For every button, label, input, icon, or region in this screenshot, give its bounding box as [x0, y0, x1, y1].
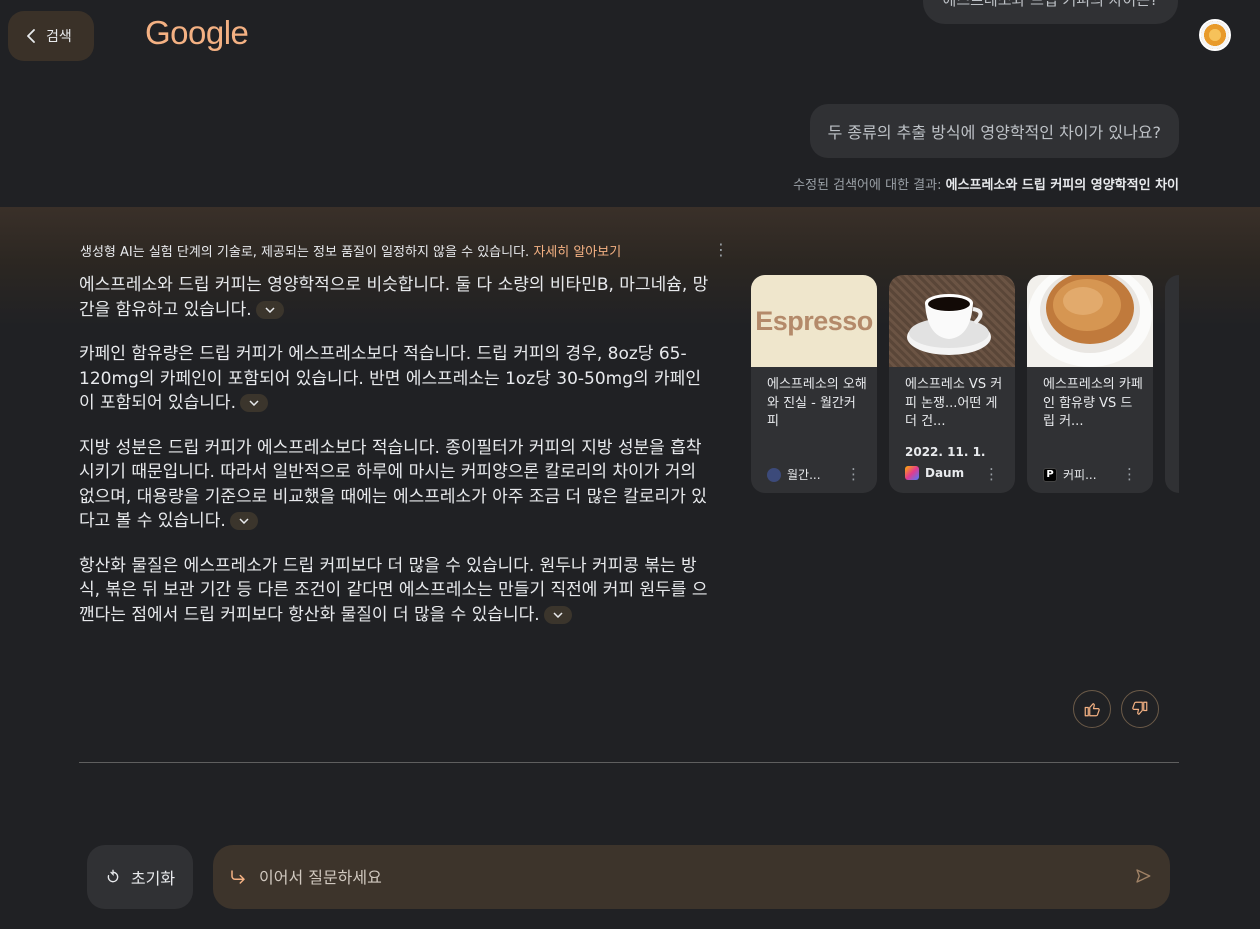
reset-icon [107, 869, 119, 883]
espresso-cup-image [1027, 275, 1153, 367]
learn-more-link[interactable]: 자세히 알아보기 [533, 245, 621, 260]
source-site-name: 월간... [787, 468, 821, 482]
expand-chevron-icon[interactable] [543, 605, 572, 624]
user-query-bubble: 두 종류의 추출 방식에 영양학적인 차이가 있나요? [809, 104, 1179, 158]
send-icon[interactable] [1134, 867, 1152, 885]
source-card[interactable]: Espresso 에스프레소의 오해와 진실 - 월간커피 월간... ⋮ [751, 275, 877, 493]
source-title: 에스프레소의 카페인 함유량 VS 드립 커... [1043, 377, 1143, 429]
follow-up-input[interactable] [259, 867, 1119, 887]
more-options-icon[interactable]: ⋮ [713, 240, 729, 260]
disclaimer-text: 생성형 AI는 실험 단계의 기술로, 제공되는 정보 품질이 일정하지 않을 … [80, 245, 530, 260]
thumbs-up-icon [1084, 703, 1100, 717]
expand-chevron-icon[interactable] [229, 512, 258, 530]
answer-text: 카페인 함유량은 드립 커피가 에스프레소보다 적습니다. 드립 커피의 경우,… [79, 344, 701, 413]
ai-answer: 에스프레소와 드립 커피는 영양학적으로 비슷합니다. 둘 다 소량의 비타민B… [79, 273, 709, 647]
chevron-left-icon [27, 29, 35, 43]
revised-query-link[interactable]: 에스프레소와 드립 커피의 영양학적인 차이 [946, 178, 1179, 193]
reset-label: 초기화 [130, 869, 176, 888]
answer-text: 지방 성분은 드립 커피가 에스프레소보다 적습니다. 종이필터가 커피의 지방… [79, 437, 707, 532]
back-button-label: 검색 [46, 29, 72, 45]
ai-disclaimer: 생성형 AI는 실험 단계의 기술로, 제공되는 정보 품질이 일정하지 않을 … [80, 241, 621, 260]
source-site: Daum [905, 466, 964, 480]
more-options-icon[interactable]: ⋮ [984, 465, 999, 483]
source-card[interactable]: 에스프레소의 카페인 함유량 VS 드립 커... P 커피... ⋮ [1027, 275, 1153, 493]
answer-paragraph: 카페인 함유량은 드립 커피가 에스프레소보다 적습니다. 드립 커피의 경우,… [79, 342, 709, 416]
answer-text: 에스프레소와 드립 커피는 영양학적으로 비슷합니다. 둘 다 소량의 비타민B… [79, 275, 709, 320]
coffee-cup-image [889, 275, 1015, 367]
thumbs-down-icon [1132, 701, 1148, 715]
follow-up-arrow-icon [231, 870, 245, 884]
daum-icon [905, 466, 919, 480]
answer-paragraph: 항산화 물질은 에스프레소가 드립 커피보다 더 많을 수 있습니다. 원두나 … [79, 554, 709, 628]
source-date: 2022. 11. 1. [905, 445, 986, 459]
thumbs-up-button[interactable] [1073, 690, 1111, 728]
source-site: P 커피... [1043, 466, 1097, 483]
expand-chevron-icon[interactable] [255, 300, 284, 319]
more-options-icon[interactable]: ⋮ [1122, 465, 1137, 483]
source-site-name: Daum [925, 466, 965, 480]
account-avatar[interactable] [1199, 19, 1231, 51]
expand-chevron-icon[interactable] [239, 394, 268, 412]
source-site-name: 커피... [1063, 468, 1097, 482]
section-divider [79, 762, 1179, 763]
answer-paragraph: 지방 성분은 드립 커피가 에스프레소보다 적습니다. 종이필터가 커피의 지방… [79, 436, 709, 534]
previous-query-bubble: 에스프레소와 드립 커피의 차이는? [922, 0, 1178, 24]
revised-prefix: 수정된 검색어에 대한 결과: [793, 178, 946, 193]
source-card[interactable]: 에스프레소 VS 커피 논쟁...어떤 게 더 건... 2022. 11. 1… [889, 275, 1015, 493]
site-p-icon: P [1043, 467, 1057, 482]
next-source-card-peek[interactable] [1165, 275, 1179, 493]
thumbs-down-button[interactable] [1121, 690, 1159, 728]
source-cards: Espresso 에스프레소의 오해와 진실 - 월간커피 월간... ⋮ 에스… [751, 275, 1179, 493]
back-to-search-button[interactable]: 검색 [8, 11, 94, 61]
reset-button[interactable]: 초기화 [87, 845, 193, 909]
source-thumbnail: Espresso [751, 275, 877, 367]
more-options-icon[interactable]: ⋮ [846, 465, 861, 483]
revised-query-note: 수정된 검색어에 대한 결과: 에스프레소와 드립 커피의 영양학적인 차이 [793, 174, 1179, 193]
follow-up-box[interactable] [213, 845, 1170, 909]
source-title: 에스프레소의 오해와 진실 - 월간커피 [767, 377, 867, 429]
answer-paragraph: 에스프레소와 드립 커피는 영양학적으로 비슷합니다. 둘 다 소량의 비타민B… [79, 273, 709, 322]
answer-text: 항산화 물질은 에스프레소가 드립 커피보다 더 많을 수 있습니다. 원두나 … [79, 555, 708, 625]
globe-icon [767, 467, 781, 482]
ai-overview-page: 검색 Google 에스프레소와 드립 커피의 차이는? 두 종류의 추출 방식… [0, 0, 1260, 929]
source-site: 월간... [767, 466, 821, 483]
google-logo[interactable]: Google [145, 14, 249, 52]
source-title: 에스프레소 VS 커피 논쟁...어떤 게 더 건... [905, 377, 1003, 429]
